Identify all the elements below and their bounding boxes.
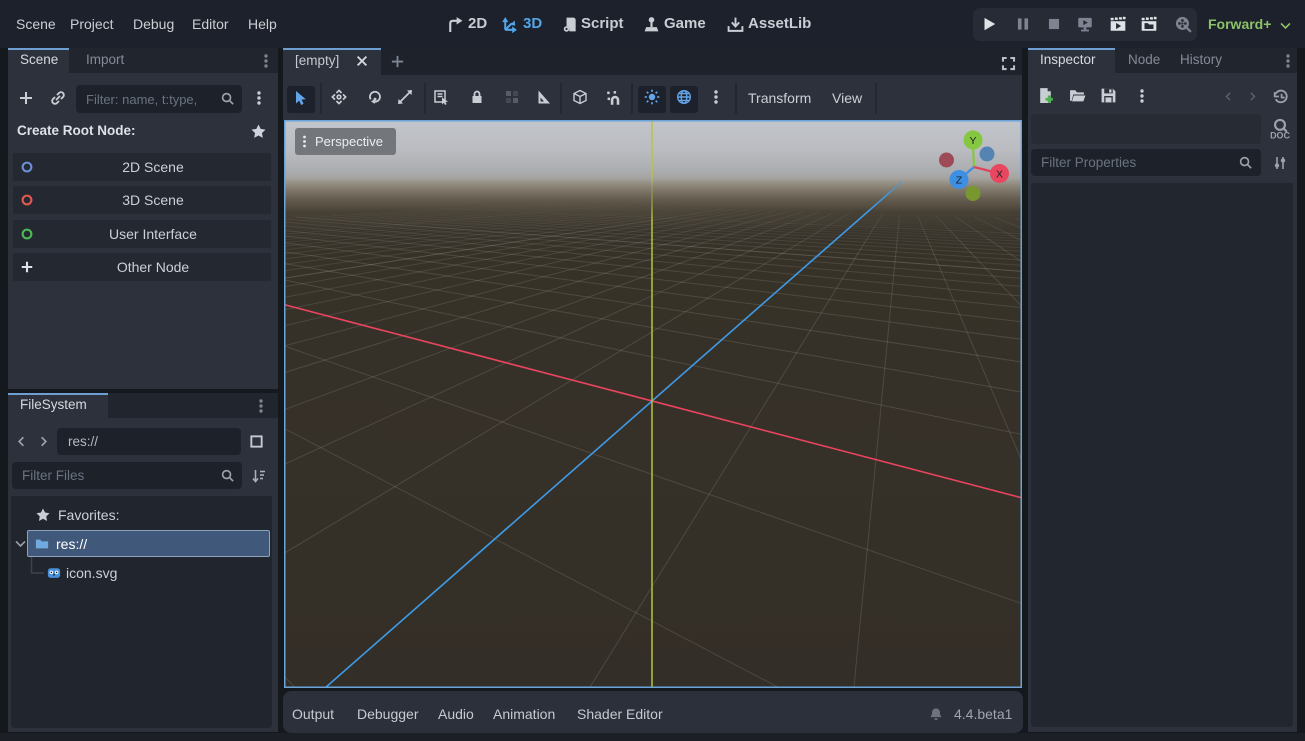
svg-text:Z: Z [956, 175, 963, 187]
svg-text:Perspective: Perspective [315, 134, 383, 149]
svg-text:DOC: DOC [1270, 131, 1290, 141]
svg-text:Y: Y [969, 135, 976, 147]
svg-text:X: X [996, 169, 1003, 181]
